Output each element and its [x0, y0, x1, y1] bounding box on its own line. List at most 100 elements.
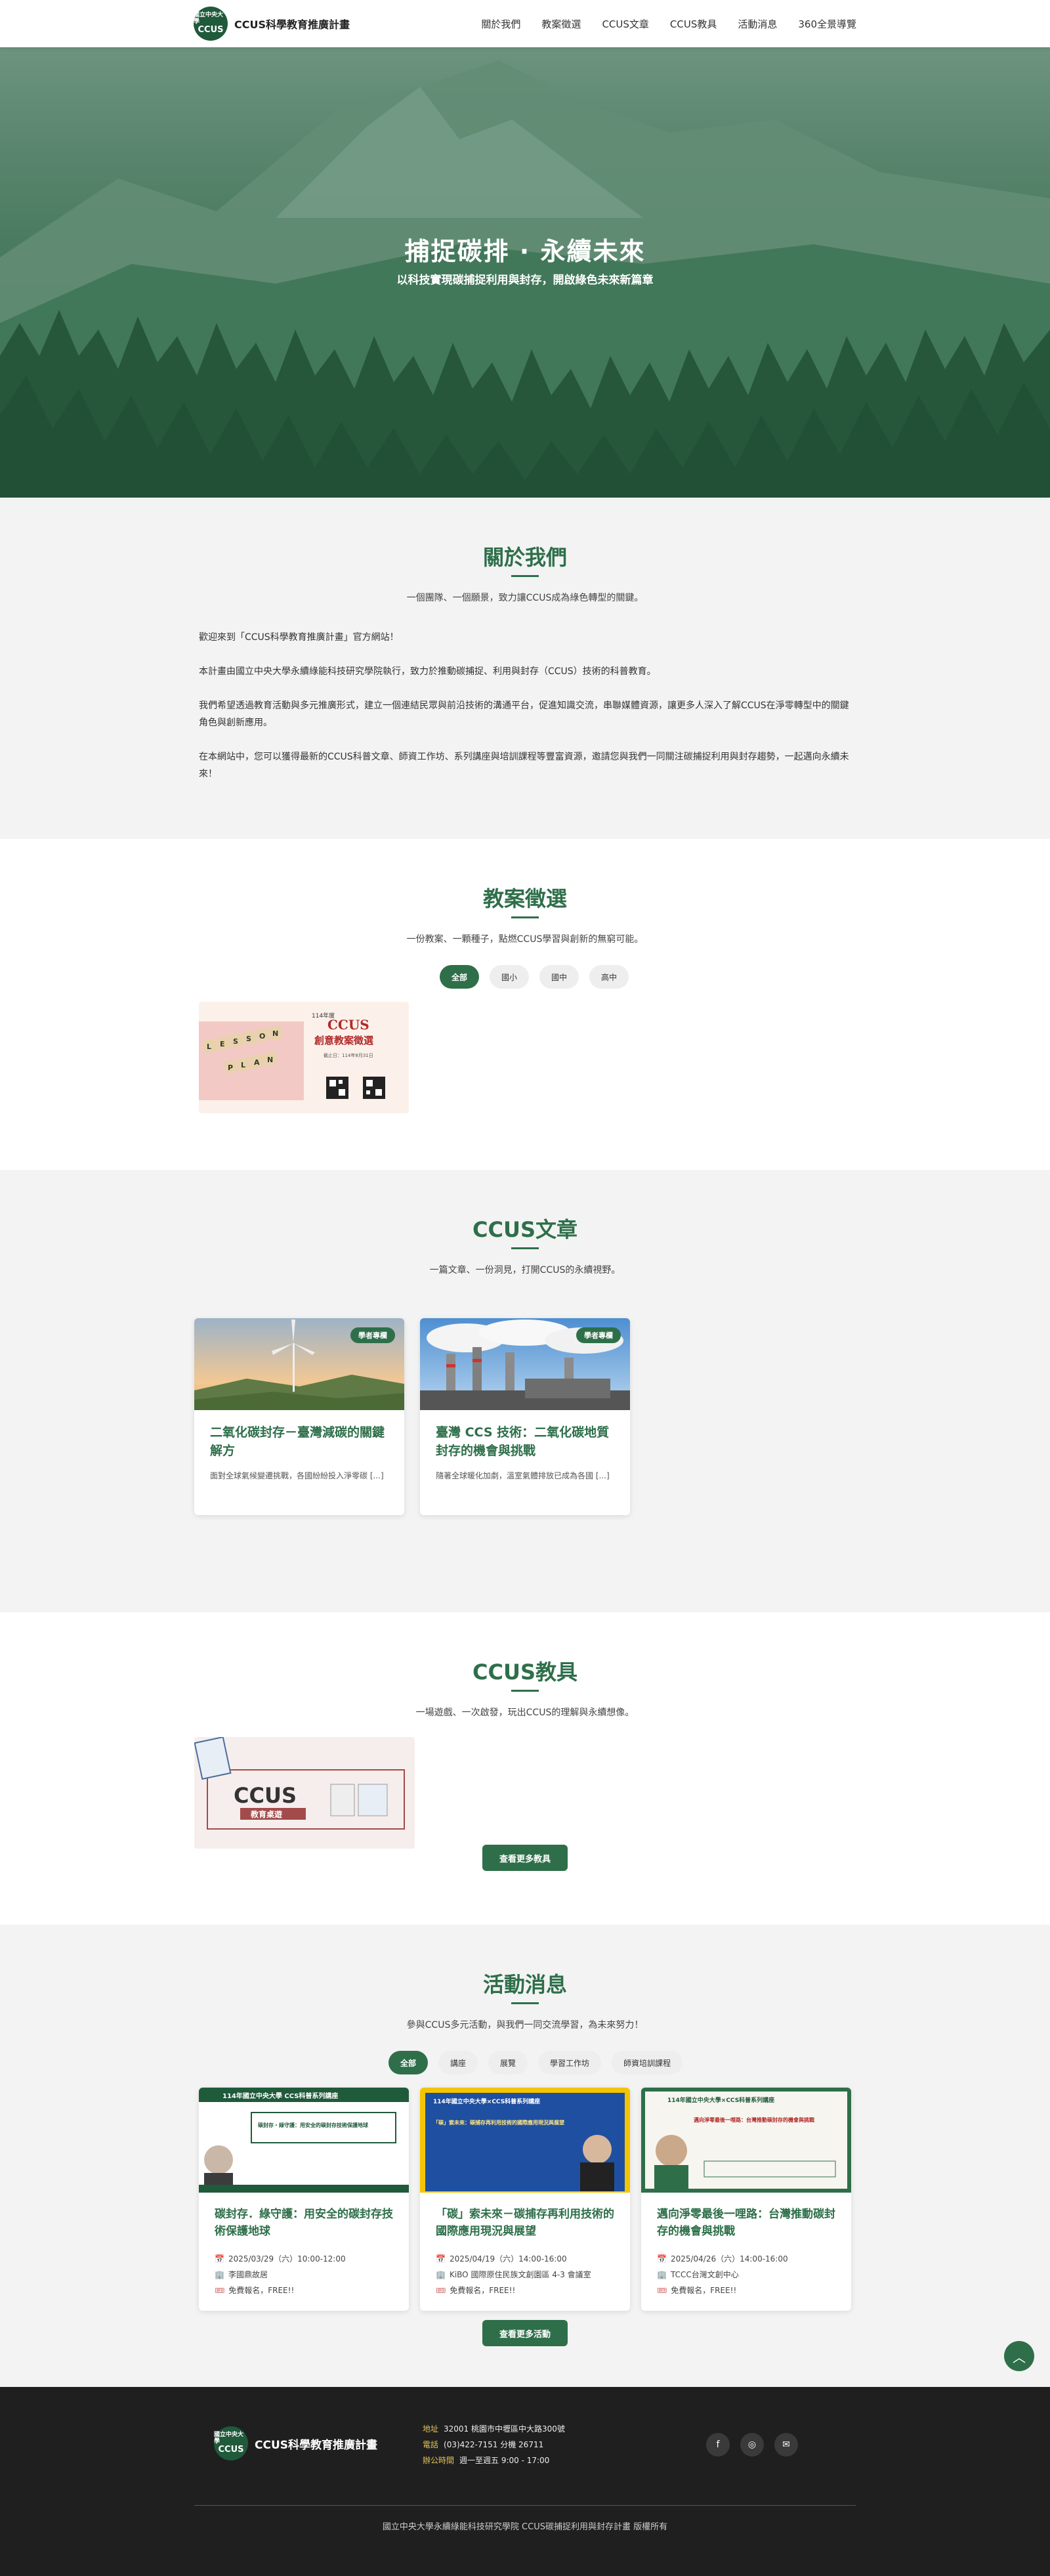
events-section: 活動消息 參與CCUS多元活動，與我們一同交流學習，為未來努力！ 全部 講座 展…: [0, 1925, 1050, 2387]
footer-contact-info: 地址 32001 桃園市中壢區中大路300號 電話 (03)422-7151 分機 …: [423, 2421, 565, 2468]
instagram-icon[interactable]: ◎: [740, 2433, 764, 2457]
lesson-poster-card[interactable]: L E S S O N P L A N 114年度 CCUS 創意教案徵選 截止…: [199, 1002, 409, 1113]
events-filter-all[interactable]: 全部: [388, 2051, 429, 2074]
lesson-filter-elementary[interactable]: 國小: [490, 965, 530, 989]
events-filter-workshop[interactable]: 學習工作坊: [538, 2051, 602, 2074]
article-tag: 學者專欄: [576, 1327, 621, 1343]
board-game-image: CCUS 教育桌遊: [194, 1737, 415, 1849]
about-paragraph: 本計畫由國立中央大學永續綠能科技研究學院執行，致力於推動碳捕捉、利用與封存（CC…: [199, 666, 656, 677]
event-poster-subtitle: 邁向淨零最後一哩路：台灣推動碳封存的機會與挑戰: [694, 2116, 814, 2123]
lesson-filter-all[interactable]: 全部: [440, 965, 480, 989]
lesson-section: 教案徵選 一份教案、一顆種子，點燃CCUS學習與創新的無窮可能。 全部 國小 國…: [0, 839, 1050, 1170]
event-fee-text: 免費報名，FREE!!: [671, 2286, 737, 2295]
event-title[interactable]: 「碳」索未來－碳捕存再利用技術的國際應用現況與展望: [436, 2206, 617, 2240]
events-title: 活動消息: [482, 1972, 567, 1997]
article-title[interactable]: 二氧化碳封存－臺灣減碳的關鍵解方: [210, 1423, 388, 1460]
events-filter-exhibition[interactable]: 展覽: [488, 2051, 528, 2074]
poster-tile-letter: S: [233, 1037, 238, 1046]
article-title[interactable]: 臺灣 CCS 技術：二氧化碳地質封存的機會與挑戰: [436, 1423, 614, 1460]
ticket-icon: 🎟: [436, 2285, 446, 2295]
more-events-button[interactable]: 查看更多活動: [482, 2320, 568, 2346]
kits-title-underline: [511, 1690, 539, 1692]
location-icon: 🏢: [657, 2269, 667, 2279]
brand-link[interactable]: 國立中央大學 CCUS CCUS科學教育推廣計畫: [194, 7, 350, 41]
nav-articles[interactable]: CCUS文章: [602, 17, 648, 31]
poster-tile-letter: O: [259, 1032, 265, 1041]
kits-subtitle: 一場遊戲、一次啟發，玩出CCUS的理解與永續想像。: [415, 1707, 635, 1718]
event-title[interactable]: 碳封存．綠守護：用安全的碳封存技術保護地球: [215, 2206, 396, 2240]
event-date: 📅 2025/04/19（六）14:00-16:00: [436, 2253, 623, 2264]
lesson-filter-senior[interactable]: 高中: [589, 965, 629, 989]
article-card-1[interactable]: 學者專欄 二氧化碳封存－臺灣減碳的關鍵解方 面對全球氣候變遷挑戰，各國紛紛投入淨…: [194, 1318, 404, 1515]
lesson-filter-junior[interactable]: 國中: [539, 965, 579, 989]
nav-360-tour[interactable]: 360全景導覽: [798, 17, 856, 31]
logo-big-text: CCUS: [198, 24, 224, 35]
phone-label: 電話: [423, 2440, 439, 2449]
poster-tile-letter: S: [246, 1035, 251, 1043]
location-icon: 🏢: [436, 2269, 446, 2279]
event-place: 🏢 KiBO 國際原住民族文創園區 4-3 會議室: [436, 2269, 623, 2280]
phone-text: (03)422-7151 分機 26711: [444, 2440, 544, 2449]
logo-big-text: CCUS: [218, 2444, 244, 2455]
poster-deadline: 截止日：114年8月31日: [324, 1052, 373, 1058]
hours-label: 辦公時間: [423, 2456, 455, 2465]
events-filter-bar: 全部 講座 展覽 學習工作坊 師資培訓課程: [388, 2051, 683, 2074]
event-card-3[interactable]: 114年國立中央大學×CCS科普系列講座 邁向淨零最後一哩路：台灣推動碳封存的機…: [641, 2088, 851, 2311]
about-subtitle: 一個團隊、一個願景，致力讓CCUS成為綠色轉型的關鍵。: [406, 593, 644, 603]
event-poster-3: 114年國立中央大學×CCS科普系列講座 邁向淨零最後一哩路：台灣推動碳封存的機…: [641, 2088, 851, 2193]
nav-kits[interactable]: CCUS教具: [670, 17, 717, 31]
events-filter-lecture[interactable]: 講座: [438, 2051, 478, 2074]
footer-divider: [194, 2505, 856, 2506]
event-fee: 🎟 免費報名，FREE!!: [436, 2285, 623, 2296]
events-title-underline: [511, 2002, 539, 2004]
footer-brand[interactable]: 國立中央大學 CCUS CCUS科學教育推廣計畫: [214, 2426, 377, 2460]
event-poster-title: 114年國立中央大學 CCS科普系列講座: [222, 2092, 338, 2100]
articles-title-underline: [511, 1247, 539, 1249]
more-kits-button[interactable]: 查看更多教具: [482, 1845, 568, 1871]
mail-icon[interactable]: ✉: [774, 2433, 798, 2457]
nav-lesson[interactable]: 教案徵選: [541, 17, 581, 31]
calendar-icon: 📅: [215, 2254, 224, 2264]
kit-card[interactable]: CCUS 教育桌遊: [194, 1737, 415, 1849]
main-nav: 關於我們 教案徵選 CCUS文章 CCUS教具 活動消息 360全景導覽: [481, 17, 856, 31]
event-poster-2: 114年國立中央大學×CCS科普系列講座 「碳」索未來：碳捕存再利用技術的國際應…: [420, 2088, 630, 2193]
about-paragraph: 我們希望透過教育活動與多元推廣形式，建立一個連結民眾與前沿技術的溝通平台，促進知…: [199, 700, 849, 728]
about-body: 歡迎來到「CCUS科學教育推廣計畫」官方網站！ 本計畫由國立中央大學永續綠能科技…: [199, 629, 852, 800]
hero-banner: 捕捉碳排 · 永續未來 以科技實現碳捕捉利用與封存，開啟綠色未來新篇章: [0, 47, 1050, 498]
chevron-up-icon: ︿: [1013, 2349, 1026, 2365]
event-place: 🏢 李國鼎故居: [215, 2269, 402, 2280]
copyright: 國立中央大學永續綠能科技研究學院 CCUS碳捕捉利用與封存計畫 版權所有: [382, 2522, 668, 2532]
poster-tile-letter: A: [254, 1058, 260, 1067]
events-filter-teacher-training[interactable]: 師資培訓課程: [612, 2051, 683, 2074]
event-card-1[interactable]: 114年國立中央大學 CCS科普系列講座 碳封存・綠守護：用安全的碳封存技術保護…: [199, 2088, 409, 2311]
article-tag: 學者專欄: [350, 1327, 395, 1343]
back-to-top-button[interactable]: ︿: [1004, 2341, 1034, 2371]
facebook-icon[interactable]: f: [706, 2433, 730, 2457]
article-card-2[interactable]: 學者專欄 臺灣 CCS 技術：二氧化碳地質封存的機會與挑戰 隨著全球暖化加劇，溫…: [420, 1318, 630, 1515]
event-card-2[interactable]: 114年國立中央大學×CCS科普系列講座 「碳」索未來：碳捕存再利用技術的國際應…: [420, 2088, 630, 2311]
address-text: 32001 桃園市中壢區中大路300號: [444, 2424, 565, 2434]
events-subtitle: 參與CCUS多元活動，與我們一同交流學習，為未來努力！: [406, 2020, 644, 2030]
ticket-icon: 🎟: [657, 2285, 667, 2295]
about-paragraph: 歡迎來到「CCUS科學教育推廣計畫」官方網站！: [199, 632, 399, 643]
nav-events[interactable]: 活動消息: [738, 17, 777, 31]
nav-about[interactable]: 關於我們: [481, 17, 520, 31]
kits-title: CCUS教具: [472, 1660, 578, 1685]
poster-tile-letter: L: [207, 1042, 211, 1051]
brand-name: CCUS科學教育推廣計畫: [234, 18, 350, 31]
article-excerpt: 隨著全球暖化加劇，溫室氣體排放已成為各國 [...]: [436, 1471, 610, 1480]
about-title-underline: [511, 575, 539, 577]
poster-tile-letter: N: [267, 1056, 273, 1064]
qr-code-icon: [326, 1077, 348, 1099]
article-excerpt: 面對全球氣候變遷挑戰，各國紛紛投入淨零碳 [...]: [210, 1471, 384, 1480]
site-header: 國立中央大學 CCUS CCUS科學教育推廣計畫 關於我們 教案徵選 CCUS文…: [0, 0, 1050, 47]
event-title[interactable]: 邁向淨零最後一哩路：台灣推動碳封存的機會與挑戰: [657, 2206, 838, 2240]
about-title: 關於我們: [482, 545, 567, 570]
qr-code-icon: [363, 1077, 385, 1099]
event-fee: 🎟 免費報名，FREE!!: [215, 2285, 402, 2296]
lesson-poster-image: L E S S O N P L A N 114年度 CCUS 創意教案徵選 截止…: [199, 1002, 409, 1113]
site-logo: 國立中央大學 CCUS: [194, 7, 228, 41]
footer-brand-name: CCUS科學教育推廣計畫: [255, 2438, 377, 2452]
hero-title: 捕捉碳排 · 永續未來: [404, 237, 646, 266]
articles-title: CCUS文章: [472, 1217, 578, 1242]
